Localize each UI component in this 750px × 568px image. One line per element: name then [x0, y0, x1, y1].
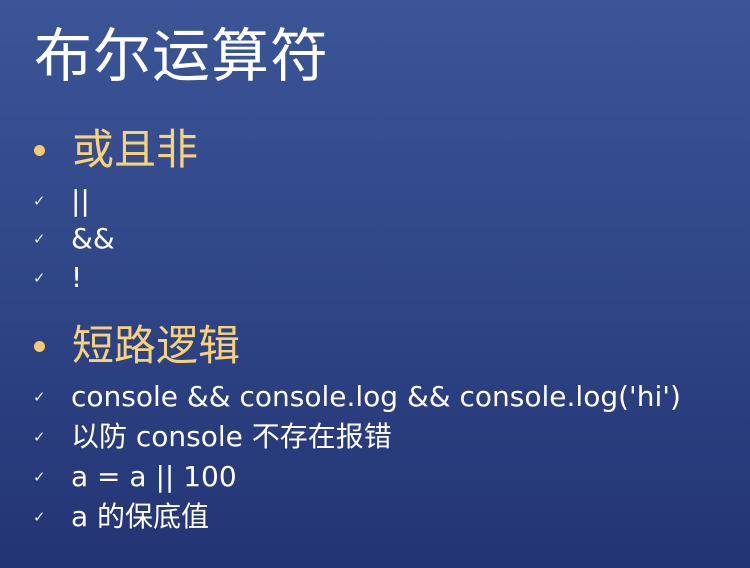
list-item: ✓ ||	[33, 182, 90, 220]
bullet-dot-icon	[34, 144, 45, 156]
check-icon: ✓	[33, 428, 46, 446]
list-item-text: ||	[71, 184, 90, 217]
check-icon: ✓	[33, 388, 46, 406]
section-heading-text: 短路逻辑	[72, 321, 241, 370]
list-item-text: !	[71, 261, 83, 294]
list-item: ✓ console && console.log && console.log(…	[33, 378, 681, 416]
list-item-text: a 的保底值	[71, 500, 210, 533]
check-icon: ✓	[33, 508, 46, 526]
bullet-dot-icon	[34, 340, 45, 352]
list-item-text: &&	[71, 222, 115, 255]
check-icon: ✓	[33, 269, 46, 287]
check-icon: ✓	[33, 468, 46, 486]
list-item-text: a = a || 100	[71, 460, 237, 493]
section-heading-1: 或且非	[30, 122, 198, 178]
check-icon: ✓	[33, 230, 46, 248]
list-item: ✓ 以防 console 不存在报错	[33, 418, 392, 456]
list-item: ✓ !	[33, 259, 82, 297]
section-heading-text: 或且非	[72, 125, 199, 174]
slide-title: 布尔运算符	[34, 22, 330, 90]
section-heading-2: 短路逻辑	[30, 318, 240, 374]
list-item: ✓ a 的保底值	[33, 498, 209, 536]
list-item: ✓ a = a || 100	[33, 458, 237, 496]
list-item: ✓ &&	[33, 220, 115, 258]
check-icon: ✓	[33, 192, 46, 210]
slide: 布尔运算符 或且非 ✓ || ✓ && ✓ ! 短路逻辑 ✓ console &…	[0, 0, 750, 568]
list-item-text: 以防 console 不存在报错	[71, 420, 392, 453]
list-item-text: console && console.log && console.log('h…	[71, 380, 681, 413]
